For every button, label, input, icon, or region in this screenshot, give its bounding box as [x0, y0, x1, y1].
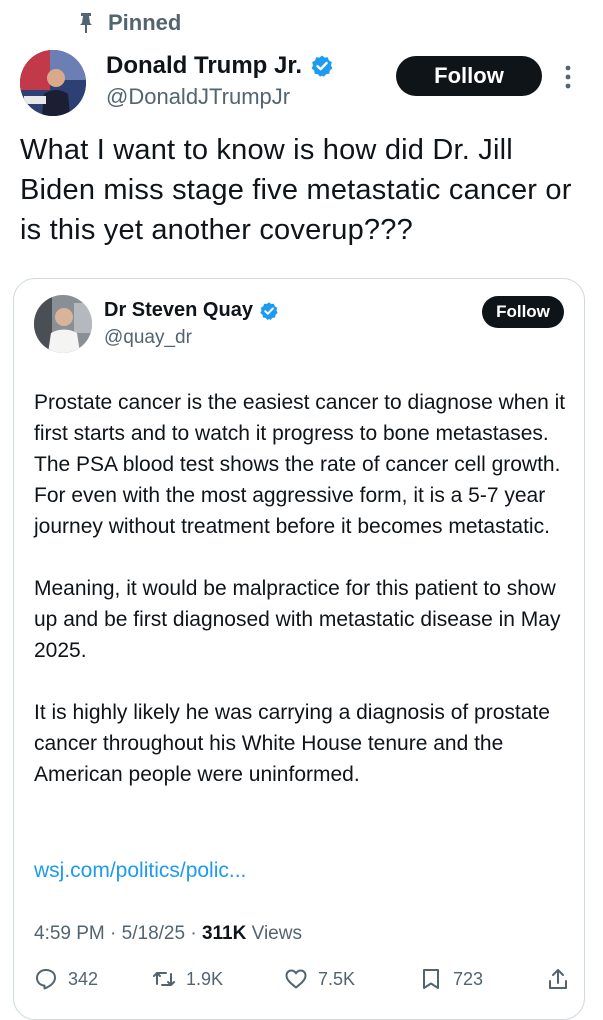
- author-avatar[interactable]: [20, 50, 86, 116]
- reply-button[interactable]: 342: [34, 967, 98, 991]
- follow-button[interactable]: Follow: [396, 56, 542, 96]
- quoted-paragraph-3: It is highly likely he was carrying a di…: [34, 701, 550, 786]
- quoted-verified-badge-icon: [260, 301, 278, 320]
- pin-icon: [80, 13, 92, 33]
- quoted-tweet-meta: 4:59 PM · 5/18/25 · 311K Views: [34, 923, 302, 945]
- heart-icon: [285, 969, 307, 989]
- meta-separator: ·: [110, 923, 122, 944]
- repost-count: 1.9K: [186, 968, 224, 989]
- like-count: 7.5K: [318, 968, 356, 989]
- quoted-avatar-image: [34, 295, 92, 353]
- author-handle[interactable]: @DonaldJTrumpJr: [106, 84, 290, 110]
- pinned-label: Pinned: [108, 10, 182, 35]
- quoted-author-name[interactable]: Dr Steven Quay: [104, 299, 253, 322]
- quoted-tweet-body: Prostate cancer is the easiest cancer to…: [34, 387, 569, 821]
- bookmark-count: 723: [453, 968, 484, 989]
- quoted-follow-button[interactable]: Follow: [482, 296, 564, 328]
- quoted-author-handle[interactable]: @quay_dr: [104, 327, 192, 349]
- tweet-text: What I want to know is how did Dr. Jill …: [20, 134, 572, 246]
- action-bar: 342 1.9K 7.5K 723: [34, 967, 574, 997]
- repost-button[interactable]: 1.9K: [152, 967, 223, 991]
- quoted-name-row[interactable]: Dr Steven Quay: [104, 299, 279, 322]
- reply-count: 342: [68, 968, 99, 989]
- views-label: Views: [251, 923, 302, 944]
- repost-icon: [153, 972, 175, 986]
- reply-icon: [36, 969, 56, 990]
- author-name[interactable]: Donald Trump Jr.: [106, 52, 302, 80]
- article-link[interactable]: wsj.com/politics/polic...: [34, 859, 246, 883]
- post-time[interactable]: 4:59 PM: [34, 923, 105, 944]
- bookmark-icon: [423, 969, 439, 989]
- like-button[interactable]: 7.5K: [284, 967, 355, 991]
- author-name-row[interactable]: Donald Trump Jr.: [106, 52, 334, 80]
- post-date[interactable]: 5/18/25: [122, 923, 185, 944]
- share-icon: [549, 969, 567, 989]
- verified-badge-icon: [311, 55, 333, 77]
- views-count: 311K: [201, 923, 247, 944]
- quoted-author-avatar[interactable]: [34, 295, 92, 353]
- quoted-tweet[interactable]: Dr Steven Quay @quay_dr Follow Prostate …: [13, 278, 585, 1020]
- more-options-icon[interactable]: [562, 62, 574, 92]
- bookmark-button[interactable]: 723: [419, 967, 483, 991]
- pinned-indicator: Pinned: [78, 10, 181, 36]
- meta-separator: ·: [190, 923, 202, 944]
- avatar-image: [20, 50, 86, 116]
- quoted-paragraph-2: Meaning, it would be malpractice for thi…: [34, 577, 561, 662]
- quoted-paragraph-1: Prostate cancer is the easiest cancer to…: [34, 391, 566, 538]
- share-button[interactable]: [546, 967, 570, 991]
